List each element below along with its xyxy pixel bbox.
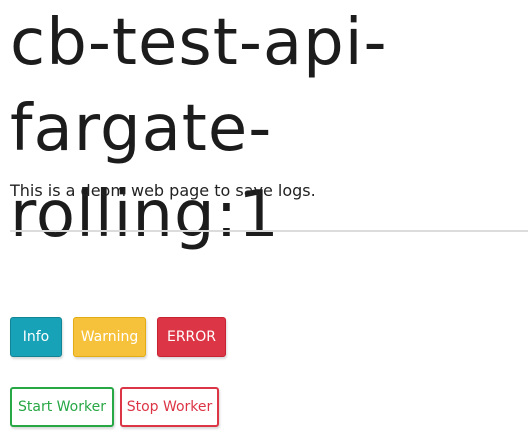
warning-log-button[interactable]: Warning <box>73 317 146 357</box>
divider <box>10 230 528 232</box>
error-log-button[interactable]: ERROR <box>157 317 226 357</box>
page-description: This is a deom web page to save logs. <box>10 181 316 200</box>
info-log-button[interactable]: Info <box>10 317 62 357</box>
start-worker-button[interactable]: Start Worker <box>10 387 114 427</box>
page-title: cb-test-api-fargate-rolling:1 <box>10 6 388 252</box>
stop-worker-button[interactable]: Stop Worker <box>120 387 219 427</box>
